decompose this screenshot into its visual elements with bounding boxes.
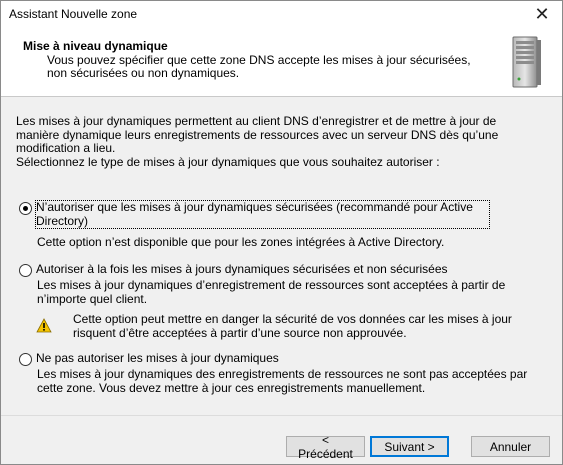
wizard-footer: < Précédent Suivant > Annuler <box>1 415 562 465</box>
intro-paragraph: Les mises à jour dynamiques permettent a… <box>16 114 499 155</box>
title-bar: Assistant Nouvelle zone ✕ <box>1 1 562 28</box>
page-description: Vous pouvez spécifier que cette zone DNS… <box>47 53 471 80</box>
server-icon <box>512 36 541 88</box>
radio-secure-and-nonsecure[interactable] <box>19 264 32 277</box>
radio-secure-only[interactable] <box>19 202 32 215</box>
close-icon: ✕ <box>534 4 550 24</box>
wizard-header: Mise à niveau dynamique Vous pouvez spéc… <box>1 28 562 97</box>
next-button[interactable]: Suivant > <box>370 436 449 457</box>
wizard-body: Les mises à jour dynamiques permettent a… <box>1 97 562 415</box>
radio-no-dynamic[interactable] <box>19 353 32 366</box>
warning-icon <box>36 318 52 333</box>
option-no-dynamic-label: Ne pas autoriser les mises à jour dynami… <box>36 351 279 365</box>
option-secure-and-nonsecure-description: Les mises à jour dynamiques d’enregistre… <box>37 278 506 306</box>
option-secure-only-label: N’autoriser que les mises à jour dynamiq… <box>35 200 490 229</box>
option-secure-and-nonsecure-label: Autoriser à la fois les mises à jours dy… <box>36 262 448 276</box>
option-no-dynamic-description: Les mises à jour dynamiques des enregist… <box>37 367 528 395</box>
intro-prompt: Sélectionnez le type de mises à jour dyn… <box>16 154 440 169</box>
option-secure-and-nonsecure-warning: Cette option peut mettre en danger la sé… <box>73 312 512 340</box>
window-title: Assistant Nouvelle zone <box>9 7 138 21</box>
option-secure-only-description: Cette option n’est disponible que pour l… <box>37 235 445 249</box>
option-secure-only[interactable]: N’autoriser que les mises à jour dynamiq… <box>19 200 490 229</box>
option-secure-and-nonsecure[interactable]: Autoriser à la fois les mises à jours dy… <box>19 262 539 277</box>
intro-text: Les mises à jour dynamiques permettent a… <box>16 114 536 169</box>
cancel-button[interactable]: Annuler <box>471 436 550 457</box>
close-button[interactable]: ✕ <box>522 1 562 28</box>
page-title: Mise à niveau dynamique <box>23 39 168 53</box>
wizard-window: Assistant Nouvelle zone ✕ Mise à niveau … <box>0 0 563 465</box>
option-no-dynamic[interactable]: Ne pas autoriser les mises à jour dynami… <box>19 351 489 366</box>
back-button[interactable]: < Précédent <box>286 433 365 461</box>
